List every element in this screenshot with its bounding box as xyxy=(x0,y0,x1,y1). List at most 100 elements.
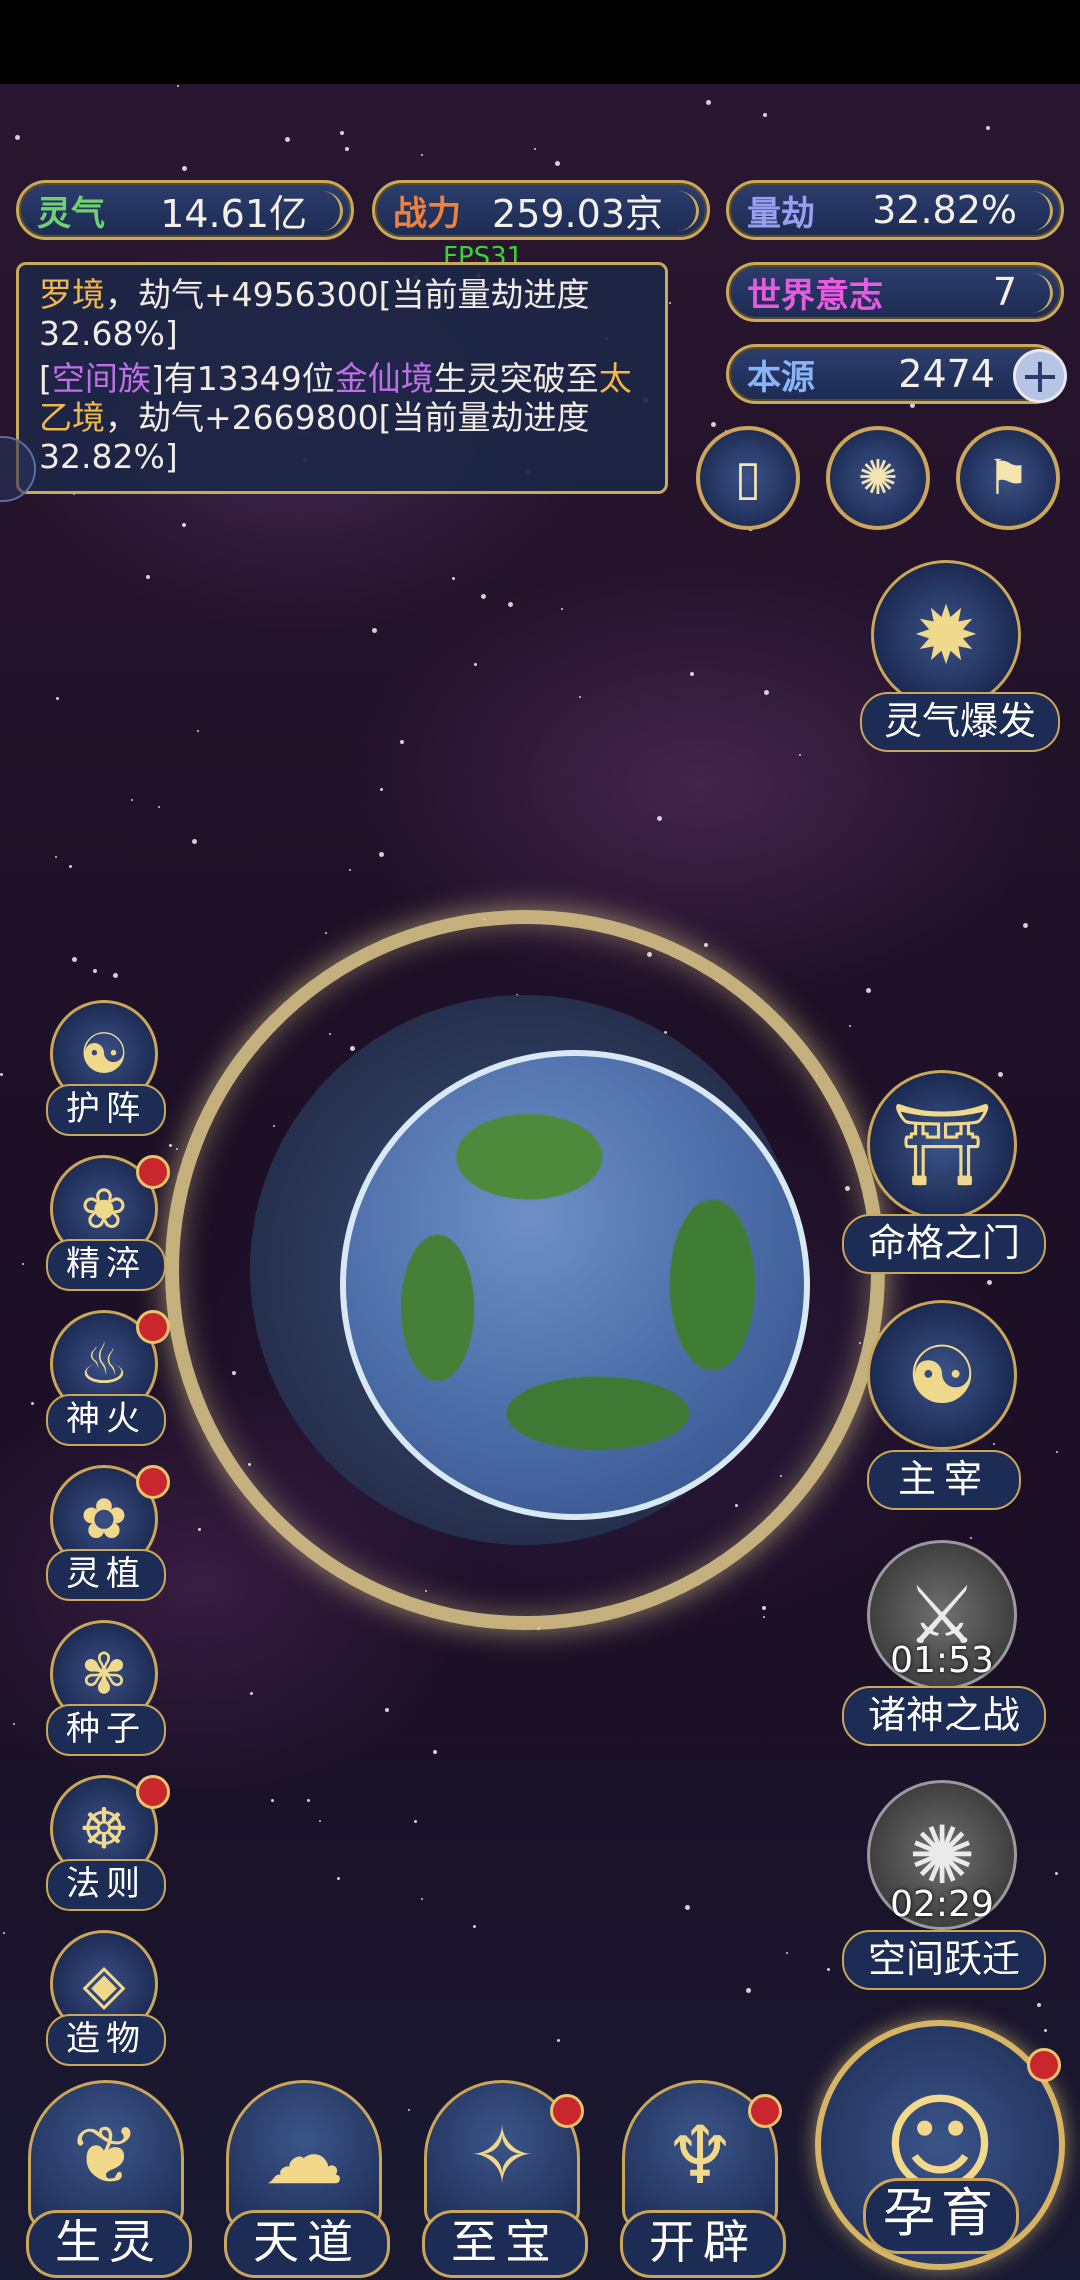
star xyxy=(158,806,160,808)
notification-dot xyxy=(136,1155,170,1189)
star xyxy=(340,131,344,135)
star xyxy=(250,1692,253,1695)
star xyxy=(508,602,513,607)
star xyxy=(711,422,716,427)
gods-war-label: 诸神之战 xyxy=(842,1686,1046,1746)
left-menu-item[interactable]: ☯ 护阵 xyxy=(40,1000,168,1150)
star xyxy=(182,523,186,527)
star xyxy=(13,1723,15,1725)
star xyxy=(763,113,767,117)
star xyxy=(970,1537,972,1539)
card-button[interactable]: ▯ xyxy=(696,426,800,530)
notification-dot xyxy=(136,1310,170,1344)
lingqi-value: 14.61亿 xyxy=(160,191,307,236)
notification-dot xyxy=(1027,2048,1061,2082)
flag-button[interactable]: ⚑ xyxy=(956,426,1060,530)
spirit-burst-button[interactable]: ✹ 灵气爆发 xyxy=(856,560,1060,760)
nurture-label: 孕育 xyxy=(863,2178,1019,2254)
pill-ornament xyxy=(1010,191,1053,231)
bottom-menu-label: 生灵 xyxy=(26,2210,192,2278)
bottom-menu-item[interactable]: ☁ 天道 xyxy=(214,2050,394,2280)
left-menu-label: 法则 xyxy=(46,1859,166,1911)
left-menu-label: 神火 xyxy=(46,1394,166,1446)
star xyxy=(1037,2003,1041,2007)
star xyxy=(746,1988,751,1993)
lingqi-stat: 灵气 14.61亿 xyxy=(16,180,354,240)
fate-gate-button[interactable]: ⛩ 命格之门 xyxy=(842,1070,1046,1280)
gods-war-button[interactable]: ⚔ 01:53 诸神之战 xyxy=(842,1540,1046,1750)
star xyxy=(706,100,711,105)
add-origin-button[interactable]: + xyxy=(1013,349,1067,403)
star xyxy=(400,740,404,744)
log-text: ，劫气+4956300[当前量劫进度32.68%] xyxy=(39,275,590,353)
star xyxy=(56,697,59,700)
world-will-stat: 世界意志 7 xyxy=(726,262,1064,322)
world-planet[interactable] xyxy=(165,910,885,1630)
left-menu-item[interactable]: ☸ 法则 xyxy=(40,1775,170,1925)
log-entry: 罗境，劫气+4956300[当前量劫进度32.68%] xyxy=(39,275,645,353)
pill-ornament xyxy=(656,191,699,231)
star xyxy=(786,1952,788,1954)
space-jump-label: 空间跃迁 xyxy=(842,1930,1046,1990)
star xyxy=(69,865,72,868)
space-jump-timer: 02:29 xyxy=(890,1884,994,1925)
star xyxy=(177,85,179,87)
star xyxy=(345,147,349,151)
left-menu-label: 种子 xyxy=(46,1704,166,1756)
left-menu-item[interactable]: ✿ 灵植 xyxy=(40,1465,170,1615)
zhanli-value: 259.03京 xyxy=(492,191,663,236)
star xyxy=(421,154,423,156)
star xyxy=(557,2039,560,2042)
left-menu-item[interactable]: ❀ 精淬 xyxy=(40,1155,170,1305)
star xyxy=(1055,1872,1058,1875)
star xyxy=(319,1820,321,1822)
star xyxy=(474,663,477,666)
log-entry: [空间族]有13349位金仙境生灵突破至太乙境，劫气+2669800[当前量劫进… xyxy=(39,359,645,476)
bottom-menu-item[interactable]: ✧ 至宝 xyxy=(412,2050,592,2280)
swirl-icon: ✺ xyxy=(857,450,899,506)
star xyxy=(452,577,455,580)
phoenix-icon: ❦ xyxy=(28,2080,184,2230)
star xyxy=(307,1799,310,1802)
nurture-button[interactable]: ☺ 孕育 xyxy=(815,2020,1065,2270)
ruler-label: 主宰 xyxy=(867,1450,1021,1510)
origin-stat: 本源 2474 + xyxy=(726,344,1067,404)
ruler-button[interactable]: ☯ 主宰 xyxy=(842,1300,1042,1510)
pill-ornament xyxy=(300,191,343,231)
star xyxy=(421,1898,423,1900)
liangjie-label: 量劫 xyxy=(747,193,815,234)
star xyxy=(987,1280,992,1285)
star xyxy=(131,799,133,801)
star xyxy=(182,166,187,171)
flag-icon: ⚑ xyxy=(986,450,1030,506)
swirl-button[interactable]: ✺ xyxy=(826,426,930,530)
notification-dot xyxy=(136,1775,170,1809)
left-menu-item[interactable]: ✾ 种子 xyxy=(40,1620,168,1770)
gate-icon: ⛩ xyxy=(867,1070,1017,1220)
log-text: ，劫气+2669800[当前量劫进度32.82%] xyxy=(39,398,590,476)
world-will-label: 世界意志 xyxy=(747,275,883,316)
planet-globe xyxy=(340,1050,810,1520)
star xyxy=(372,628,377,633)
star xyxy=(685,1905,690,1910)
star xyxy=(657,816,662,821)
bottom-menu-item[interactable]: ❦ 生灵 xyxy=(16,2050,196,2280)
star xyxy=(555,161,560,166)
left-menu-label: 精淬 xyxy=(46,1239,166,1291)
burst-label: 灵气爆发 xyxy=(860,692,1060,752)
star xyxy=(337,1877,340,1880)
left-menu-item[interactable]: ♨ 神火 xyxy=(40,1310,170,1460)
plus-icon: + xyxy=(1019,348,1061,404)
star xyxy=(15,135,20,140)
star xyxy=(669,302,671,304)
space-jump-button[interactable]: ✺ 02:29 空间跃迁 xyxy=(842,1780,1046,1990)
bottom-menu-item[interactable]: ♆ 开辟 xyxy=(610,2050,790,2280)
bottom-menu-label: 至宝 xyxy=(422,2210,588,2278)
star xyxy=(192,839,197,844)
star xyxy=(0,1073,3,1076)
star xyxy=(408,2109,410,2111)
liangjie-stat: 量劫 32.82% xyxy=(726,180,1064,240)
star xyxy=(31,1402,34,1405)
star xyxy=(349,869,351,871)
notification-dot xyxy=(748,2094,782,2128)
